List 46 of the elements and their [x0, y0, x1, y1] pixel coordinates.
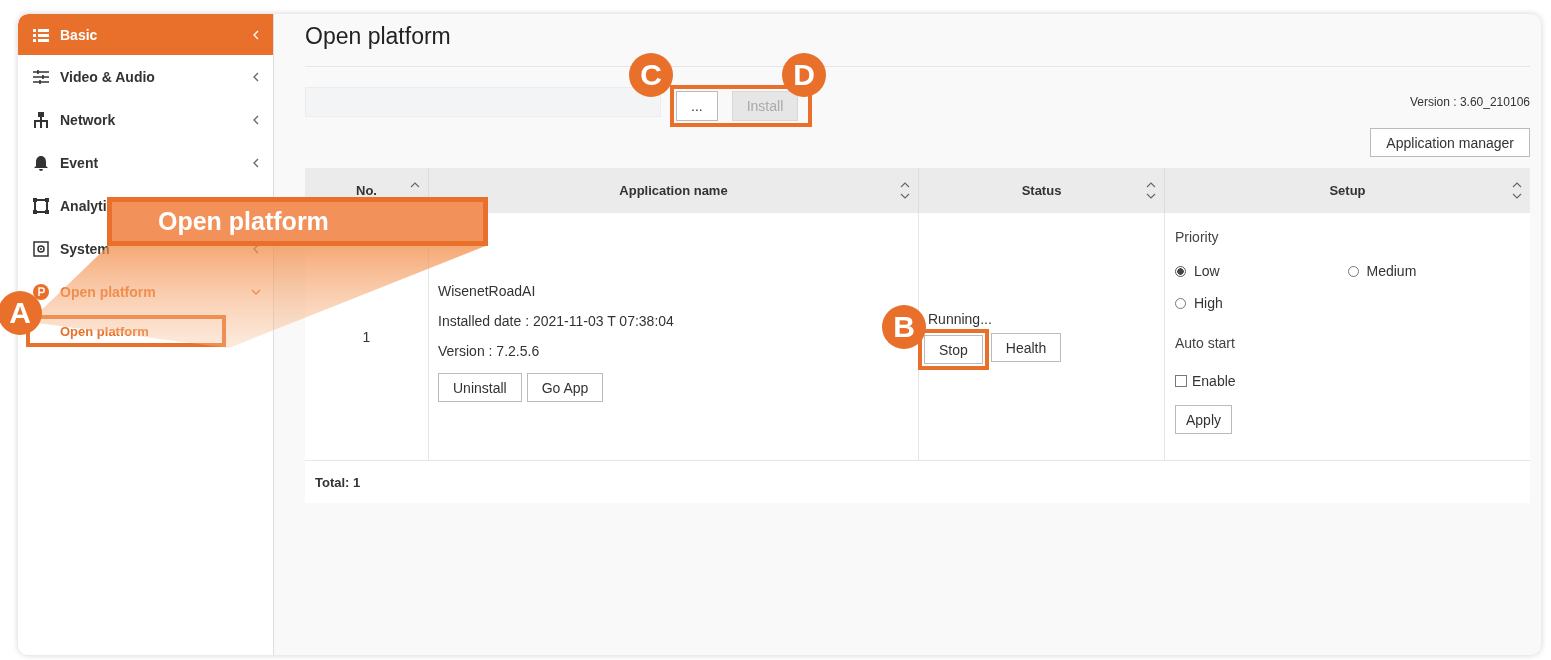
- network-icon: [33, 111, 49, 128]
- health-button[interactable]: Health: [990, 333, 1062, 362]
- app-name: WisenetRoadAI: [438, 283, 536, 301]
- column-header[interactable]: Setup: [1329, 183, 1366, 198]
- priority-label: Priority: [1175, 229, 1220, 247]
- version-text: Version : 3.60_210106: [1409, 95, 1530, 109]
- sort-icon[interactable]: [1146, 181, 1156, 200]
- stop-button[interactable]: Stop: [924, 335, 983, 364]
- radio-button[interactable]: [1347, 265, 1359, 277]
- p-circle-icon: [33, 283, 49, 300]
- apply-button[interactable]: Apply: [1175, 405, 1233, 434]
- browse-button[interactable]: ...: [676, 91, 718, 121]
- sliders-icon: [33, 68, 49, 85]
- application-manager-button[interactable]: Application manager: [1370, 128, 1530, 157]
- sidebar-item[interactable]: Analyti: [60, 197, 107, 214]
- go-app-button[interactable]: Go App: [526, 373, 604, 402]
- checkbox[interactable]: [1175, 375, 1187, 387]
- bell-icon: [33, 154, 49, 171]
- sort-icon[interactable]: [900, 181, 910, 200]
- frame-icon: [33, 197, 49, 214]
- radio-button[interactable]: [1175, 297, 1186, 309]
- file-field[interactable]: [305, 87, 661, 117]
- sort-icon[interactable]: [1512, 181, 1522, 200]
- column-header[interactable]: No.: [356, 183, 377, 198]
- radio-label: Low: [1194, 263, 1220, 279]
- checkbox-label: Enable: [1192, 373, 1236, 389]
- sidebar-item[interactable]: Event: [60, 154, 99, 171]
- chevron-icon: [251, 29, 261, 40]
- status-text: Running...: [928, 311, 992, 329]
- auto-start-label: Auto start: [1175, 335, 1236, 353]
- column-header[interactable]: Application name: [619, 183, 728, 198]
- list-icon: [33, 27, 49, 42]
- sidebar-item[interactable]: Video & Audio: [60, 68, 155, 85]
- radio-label: Medium: [1366, 263, 1417, 279]
- callout-marker: A: [0, 291, 42, 335]
- app-version: Version : 7.2.5.6: [438, 343, 540, 361]
- total-count: Total: 1: [315, 474, 361, 490]
- gear-icon: [33, 240, 49, 257]
- radio-label: High: [1194, 295, 1223, 311]
- column-header[interactable]: Status: [1021, 183, 1062, 198]
- sidebar-item[interactable]: Network: [60, 111, 116, 128]
- installed-date: Installed date : 2021-11-03 T 07:38:04: [438, 313, 674, 331]
- radio-button[interactable]: [1175, 265, 1186, 277]
- row-number: 1: [362, 328, 371, 345]
- uninstall-button[interactable]: Uninstall: [438, 373, 522, 402]
- callout-label: Open platform: [107, 197, 488, 246]
